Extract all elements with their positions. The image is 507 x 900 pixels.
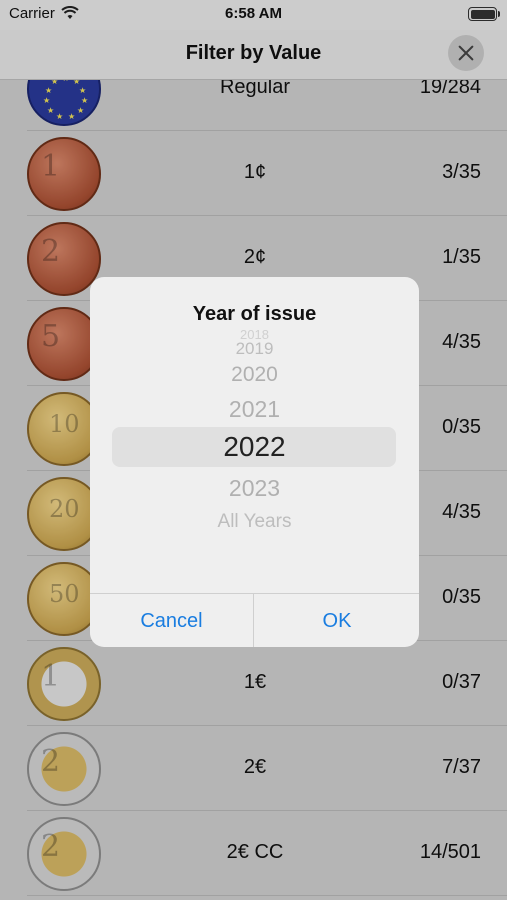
cancel-button[interactable]: Cancel bbox=[90, 594, 254, 647]
picker-option[interactable]: 2020 bbox=[90, 363, 419, 387]
picker-option[interactable]: 2023 bbox=[90, 475, 419, 502]
picker-selected-option[interactable]: 2022 bbox=[90, 431, 419, 463]
year-picker[interactable]: 2018 2019 2020 2021 2022 2023 All Years bbox=[90, 327, 419, 593]
year-dialog: Year of issue 2018 2019 2020 2021 2022 2… bbox=[90, 277, 419, 647]
dialog-buttons: Cancel OK bbox=[90, 593, 419, 647]
picker-option[interactable]: 2019 bbox=[90, 339, 419, 359]
picker-option[interactable]: All Years bbox=[90, 511, 419, 533]
ok-button[interactable]: OK bbox=[255, 594, 419, 647]
picker-option[interactable]: 2021 bbox=[90, 396, 419, 423]
picker-option[interactable]: 2018 bbox=[90, 327, 419, 339]
dialog-title: Year of issue bbox=[192, 303, 317, 325]
